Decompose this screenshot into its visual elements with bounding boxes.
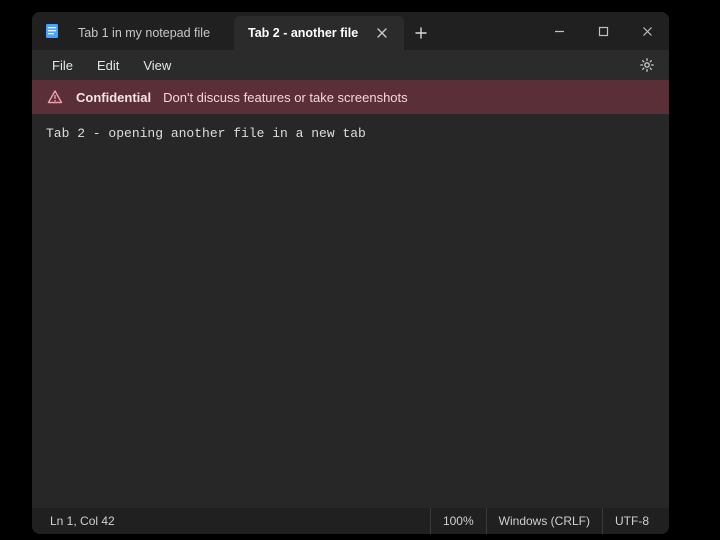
status-zoom[interactable]: 100% [430, 508, 486, 534]
status-encoding[interactable]: UTF-8 [602, 508, 661, 534]
statusbar: Ln 1, Col 42 100% Windows (CRLF) UTF-8 [32, 508, 669, 534]
window-controls [537, 12, 669, 50]
confidential-banner: Confidential Don't discuss features or t… [32, 80, 669, 114]
close-window-button[interactable] [625, 12, 669, 50]
minimize-button[interactable] [537, 12, 581, 50]
tab-1[interactable]: Tab 1 in my notepad file [64, 16, 234, 50]
text-editor[interactable]: Tab 2 - opening another file in a new ta… [32, 114, 669, 508]
warning-icon [46, 88, 64, 106]
tab-strip: Tab 1 in my notepad file Tab 2 - another… [64, 12, 438, 50]
menubar: File Edit View [32, 50, 669, 80]
new-tab-button[interactable] [404, 16, 438, 50]
status-cursor-position[interactable]: Ln 1, Col 42 [40, 508, 127, 534]
close-tab-button[interactable] [374, 25, 390, 41]
app-icon [32, 12, 64, 50]
menu-edit[interactable]: Edit [87, 54, 129, 77]
banner-text: Don't discuss features or take screensho… [163, 90, 408, 105]
maximize-button[interactable] [581, 12, 625, 50]
tab-label: Tab 2 - another file [248, 26, 358, 40]
banner-strong-label: Confidential [76, 90, 151, 105]
tab-label: Tab 1 in my notepad file [78, 26, 210, 40]
gear-icon[interactable] [635, 53, 659, 77]
app-window: Tab 1 in my notepad file Tab 2 - another… [32, 12, 669, 534]
status-line-endings[interactable]: Windows (CRLF) [486, 508, 602, 534]
tab-2[interactable]: Tab 2 - another file [234, 16, 404, 50]
titlebar: Tab 1 in my notepad file Tab 2 - another… [32, 12, 669, 50]
menu-view[interactable]: View [133, 54, 181, 77]
menu-file[interactable]: File [42, 54, 83, 77]
